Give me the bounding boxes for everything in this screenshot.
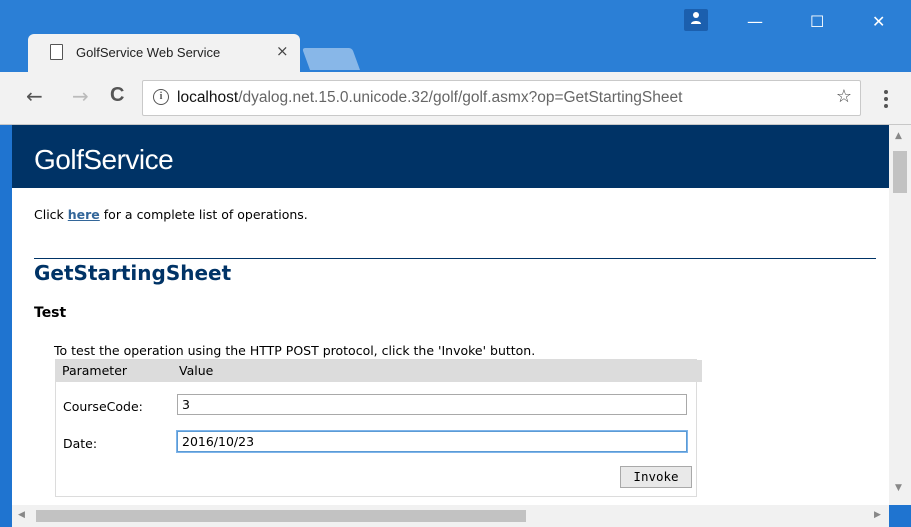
- header-value: Value: [173, 360, 702, 382]
- page-content: GolfService Click here for a complete li…: [12, 125, 889, 505]
- url-host: localhost: [177, 89, 239, 106]
- invoke-button[interactable]: Invoke: [620, 466, 692, 488]
- vertical-scrollbar[interactable]: ▲ ▼: [889, 125, 911, 505]
- horizontal-scroll-thumb[interactable]: [36, 510, 526, 522]
- parameter-table: Parameter Value CourseCode: 3 Date: 2016…: [55, 359, 702, 497]
- scroll-left-icon[interactable]: ◀: [18, 510, 25, 520]
- minimize-button[interactable]: —: [747, 12, 763, 31]
- vertical-scroll-thumb[interactable]: [893, 151, 907, 193]
- back-button[interactable]: ←: [26, 84, 43, 108]
- browser-toolbar: ← → C i localhost/dyalog.net.15.0.unicod…: [0, 72, 911, 125]
- browser-tab[interactable]: GolfService Web Service ×: [28, 34, 300, 72]
- header-parameter: Parameter: [56, 360, 177, 382]
- url-path: /dyalog.net.15.0.unicode.32/golf/golf.as…: [238, 89, 683, 106]
- address-bar[interactable]: i localhost/dyalog.net.15.0.unicode.32/g…: [142, 80, 861, 116]
- maximize-button[interactable]: ☐: [810, 12, 824, 31]
- browser-window: GolfService Web Service × — ☐ ✕ ← → C i …: [0, 0, 911, 527]
- url-text[interactable]: localhost/dyalog.net.15.0.unicode.32/gol…: [177, 89, 682, 107]
- person-icon: [691, 12, 701, 24]
- coursecode-label: CourseCode:: [63, 399, 143, 414]
- info-icon[interactable]: i: [153, 89, 169, 105]
- new-tab-button[interactable]: [301, 48, 361, 70]
- bookmark-star-icon[interactable]: ☆: [836, 86, 852, 107]
- tab-close-icon[interactable]: ×: [276, 42, 289, 60]
- test-instructions: To test the operation using the HTTP POS…: [54, 343, 536, 358]
- profile-button[interactable]: [684, 9, 708, 31]
- title-bar: GolfService Web Service × — ☐ ✕: [0, 0, 911, 72]
- coursecode-input[interactable]: 3: [177, 394, 687, 415]
- browser-menu-icon[interactable]: [884, 90, 888, 111]
- intro-text: Click here for a complete list of operat…: [34, 207, 308, 222]
- operations-link[interactable]: here: [68, 207, 100, 222]
- close-window-button[interactable]: ✕: [872, 12, 885, 31]
- date-label: Date:: [63, 436, 98, 451]
- test-heading: Test: [34, 305, 67, 321]
- page-banner: GolfService: [12, 125, 889, 188]
- reload-button[interactable]: C: [110, 84, 124, 107]
- operation-title: GetStartingSheet: [34, 261, 232, 285]
- intro-prefix: Click: [34, 207, 68, 222]
- divider: [34, 258, 876, 259]
- document-icon: [50, 44, 63, 60]
- scroll-right-icon[interactable]: ▶: [874, 510, 881, 520]
- scroll-up-icon[interactable]: ▲: [895, 131, 902, 141]
- intro-suffix: for a complete list of operations.: [99, 207, 308, 222]
- horizontal-scrollbar[interactable]: ◀ ▶: [12, 505, 889, 527]
- scroll-down-icon[interactable]: ▼: [895, 483, 902, 493]
- date-input[interactable]: 2016/10/23: [177, 431, 687, 452]
- forward-button[interactable]: →: [72, 84, 89, 108]
- page-title: GolfService: [34, 144, 174, 175]
- tab-title: GolfService Web Service: [76, 45, 221, 60]
